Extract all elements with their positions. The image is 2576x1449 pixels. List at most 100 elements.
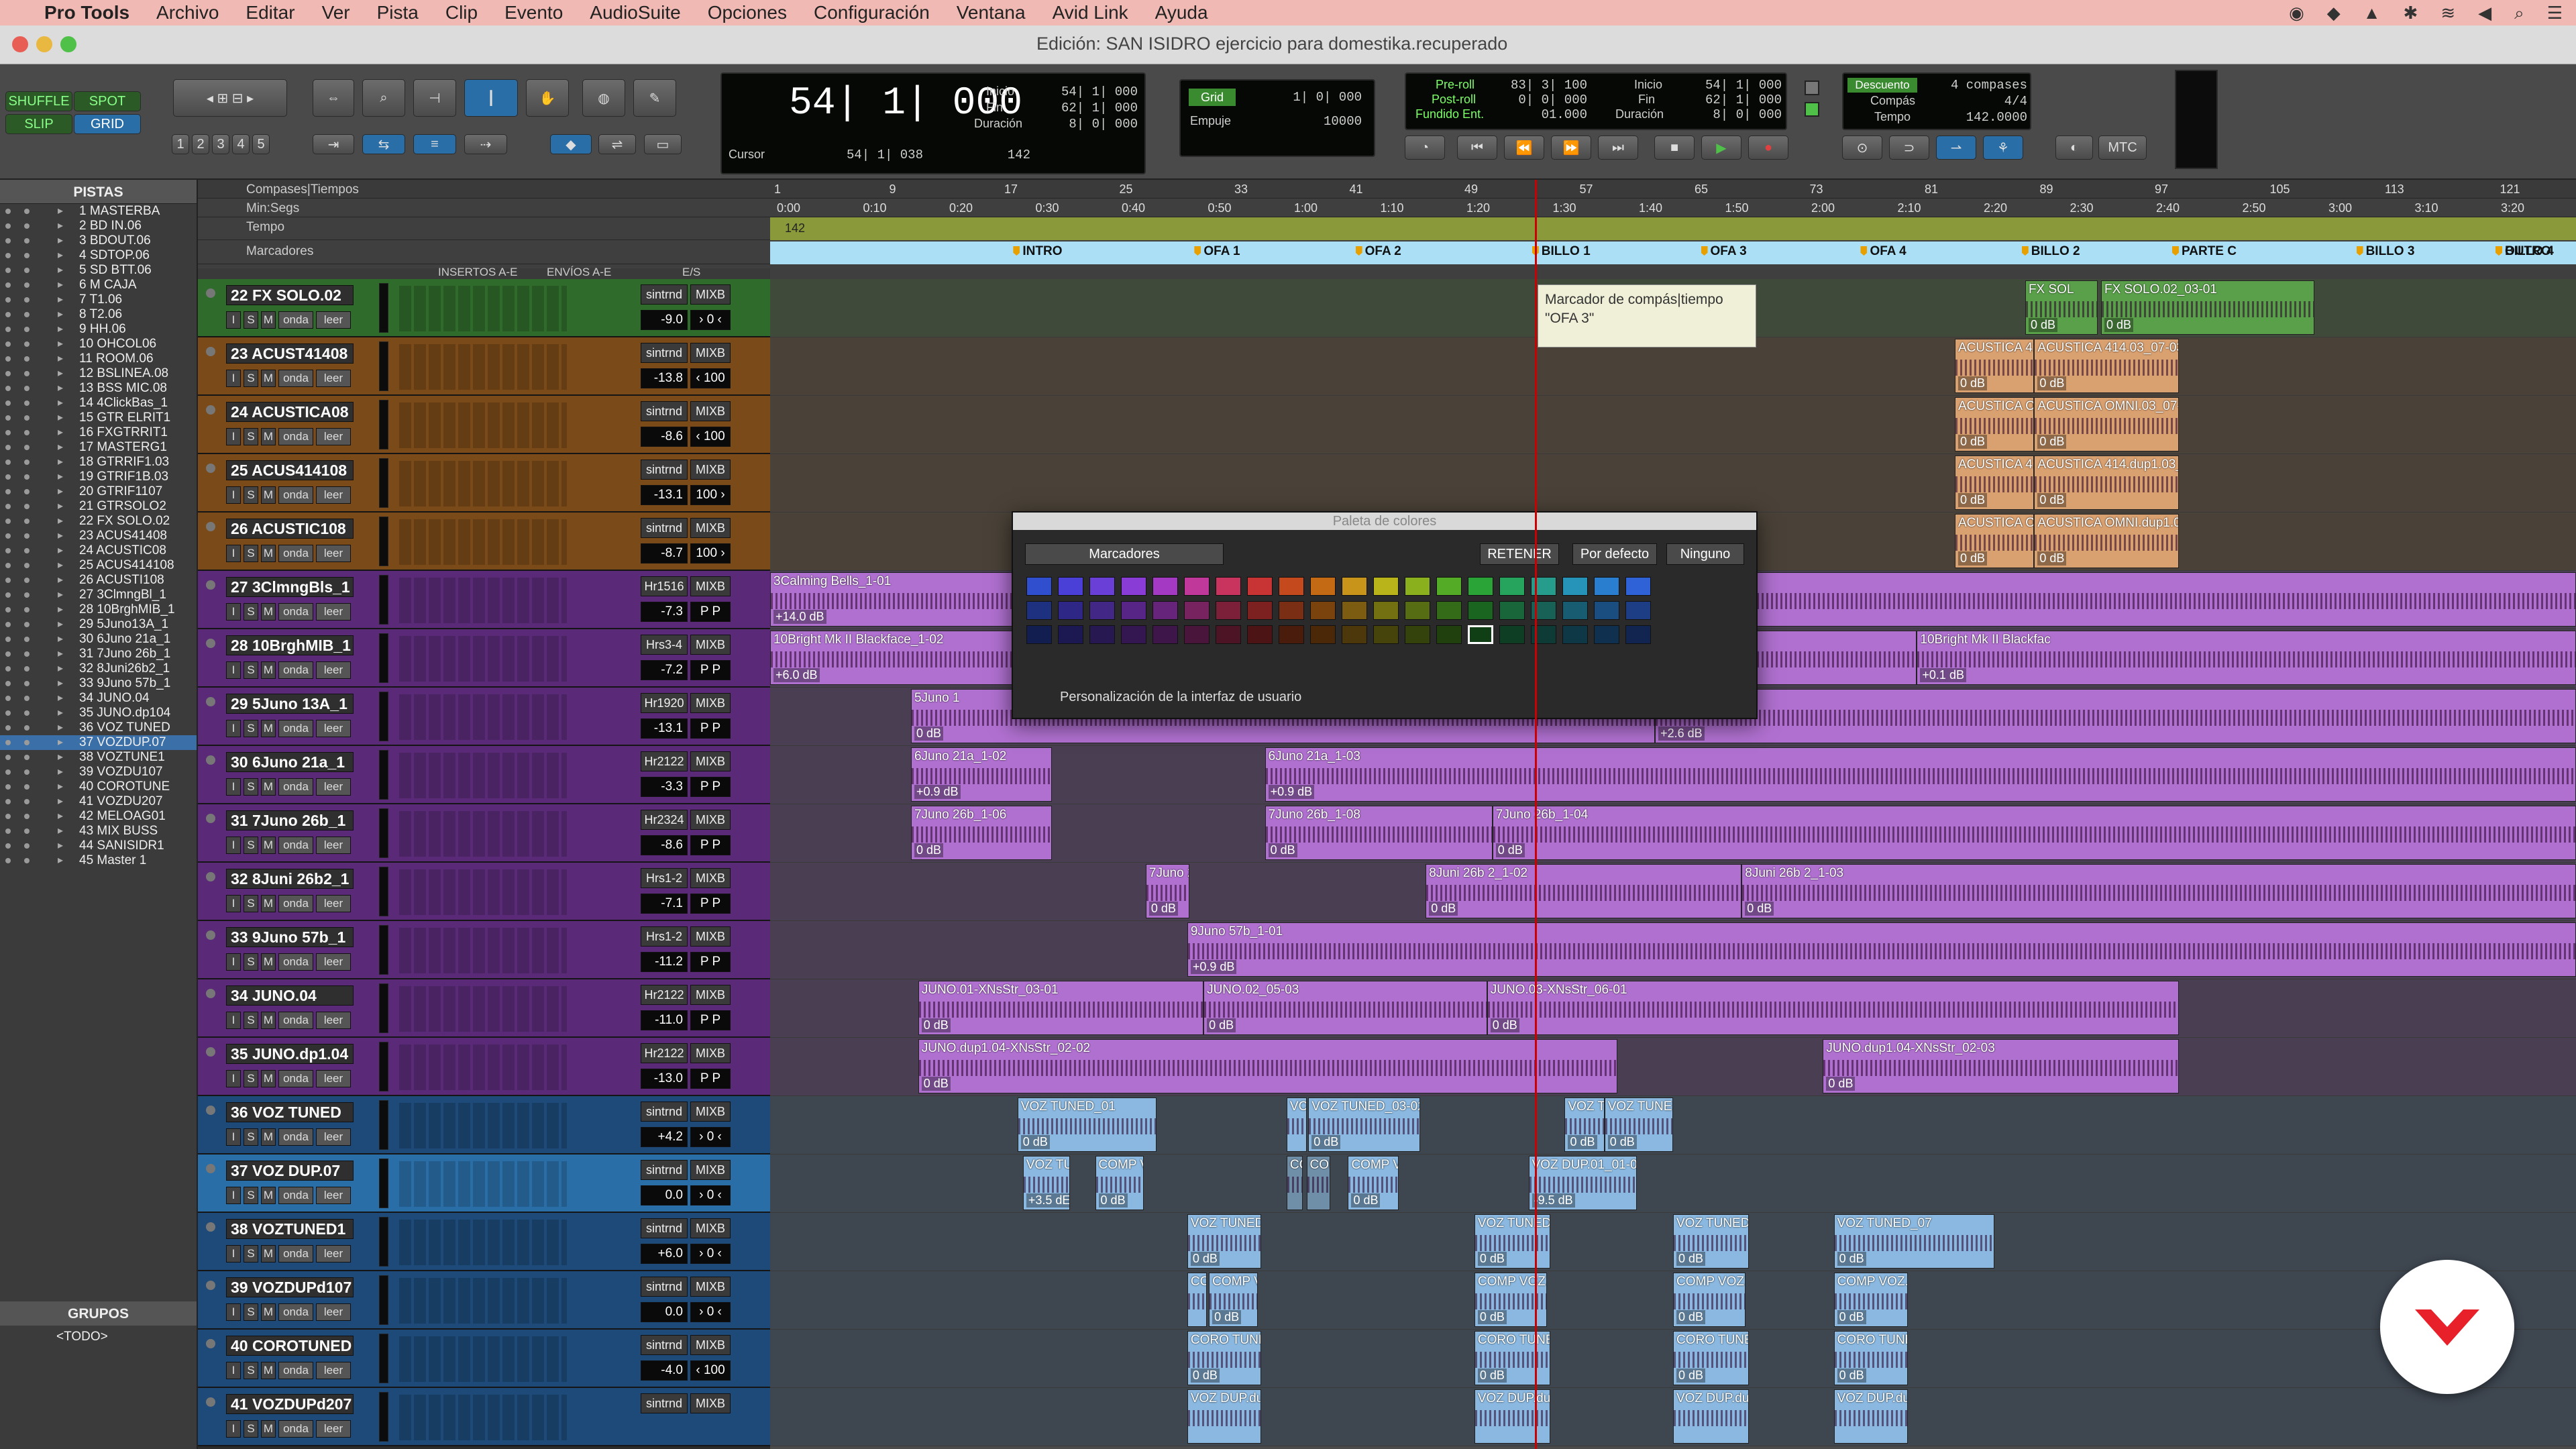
track-visible-dot[interactable] (5, 327, 11, 332)
track-name[interactable]: 29 5Juno 13A_1 (226, 694, 354, 714)
track-name[interactable]: 28 10BrghMIB_1 (226, 635, 354, 655)
track-name[interactable]: 33 9Juno 57b_1 (226, 927, 354, 947)
fast-forward-icon[interactable]: ⏩ (1551, 136, 1591, 160)
clip-gain[interactable]: +6.0 dB (773, 668, 820, 682)
palette-target-dropdown[interactable]: Marcadores (1025, 543, 1224, 565)
track-active-dot[interactable] (24, 297, 30, 303)
track-record-icon[interactable] (206, 814, 215, 823)
color-swatch[interactable] (1310, 601, 1336, 620)
clip-gain[interactable]: 0 dB (921, 1018, 951, 1032)
track-pan[interactable]: › 0 ‹ (690, 1127, 731, 1147)
track-active-dot[interactable] (24, 578, 30, 583)
track-list-item[interactable]: ▸ 6 M CAJA (0, 278, 197, 292)
clip-gain[interactable]: 0 dB (914, 843, 943, 857)
track-name[interactable]: 27 3ClmngBls_1 (226, 577, 354, 597)
audio-clip[interactable]: VOZ TUNED_0 0 dB (1187, 1214, 1262, 1269)
clip-gain[interactable]: 0 dB (1212, 1310, 1242, 1324)
sel-end-value[interactable]: 62| 1| 000 (1688, 93, 1782, 107)
preroll-value[interactable]: 83| 3| 100 (1500, 78, 1587, 93)
sync-toggle-icon[interactable]: ◐ (2055, 136, 2093, 160)
bars-beats-ruler[interactable]: Compases|Tiempos 1 9 17 25 33 41 49 57 65 73 81 89 9… (198, 180, 2576, 199)
inserts-slots[interactable] (399, 519, 567, 565)
track-active-dot[interactable] (24, 637, 30, 642)
color-swatch[interactable] (1468, 577, 1493, 596)
track-record-icon[interactable] (206, 872, 215, 881)
clip-gain[interactable]: 0 dB (1477, 1252, 1507, 1266)
track-record-icon[interactable] (206, 464, 215, 473)
track-active-dot[interactable] (24, 843, 30, 849)
folder-arrow-icon[interactable]: ▸ (58, 691, 63, 706)
track-header[interactable]: 32 8Juni 26b2_1 I S Monda leer Hrs1-2 MIXB -7.1… (198, 863, 770, 921)
track-header[interactable]: 23 ACUST41408 I S Monda leer sintrnd MIXB -13.8… (198, 337, 770, 396)
color-swatch[interactable] (1121, 577, 1146, 596)
track-leer-button[interactable]: leer (316, 486, 351, 504)
inserts-slots[interactable] (399, 344, 567, 390)
color-swatch[interactable] (1089, 625, 1115, 644)
track-pan[interactable]: › 0 ‹ (690, 1185, 731, 1205)
close-icon[interactable] (12, 36, 28, 52)
color-swatch[interactable] (1625, 601, 1651, 620)
tempo-ruler[interactable]: Tempo 142 (198, 217, 2576, 240)
track-active-dot[interactable] (24, 253, 30, 258)
clip-gain[interactable]: 0 dB (1020, 1135, 1050, 1149)
track-visible-dot[interactable] (5, 725, 11, 731)
track-list-item[interactable]: ▸ 11 ROOM.06 (0, 352, 197, 366)
track-input[interactable]: Hr1516 (641, 576, 688, 596)
track-header[interactable]: 35 JUNO.dp1.04 I S Monda leer Hr2122 MIXB -13.0… (198, 1038, 770, 1096)
zoom-icon[interactable] (60, 36, 76, 52)
track-list-item[interactable]: ▸ 39 VOZDU107 (0, 765, 197, 780)
scrub-tool-icon[interactable]: ◍ (582, 79, 625, 117)
inserts-slots[interactable] (399, 694, 567, 740)
track-name[interactable]: 36 VOZ TUNED (226, 1102, 354, 1122)
track-pan[interactable]: ‹ 100 (690, 1360, 731, 1381)
folder-arrow-icon[interactable]: ▸ (58, 278, 63, 292)
track-active-dot[interactable] (24, 828, 30, 834)
inserts-slots[interactable] (399, 1278, 567, 1324)
track-record-icon[interactable] (206, 639, 215, 648)
color-swatch[interactable] (1436, 601, 1462, 620)
track-visible-dot[interactable] (5, 386, 11, 391)
track-output[interactable]: MIXB (690, 1218, 731, 1238)
audio-clip[interactable]: VOZ DUP.dup1. (1673, 1389, 1750, 1444)
audio-clip[interactable]: 6Juno 21a_1-03 +0.9 dB (1265, 747, 2576, 802)
track-m-button[interactable]: M (261, 1012, 276, 1029)
track-visible-dot[interactable] (5, 710, 11, 716)
fadein-value[interactable]: 01.000 (1500, 107, 1587, 122)
folder-arrow-icon[interactable]: ▸ (58, 720, 63, 735)
track-pan[interactable]: P P (690, 1069, 731, 1089)
tempo-lane[interactable]: 142 (770, 217, 2576, 240)
audio-clip[interactable]: FX SOLO.02_03-01 0 dB (2101, 280, 2314, 335)
track-list-item[interactable]: ▸ 20 GTRIF1107 (0, 484, 197, 499)
tab-to-transient-icon[interactable]: ⇥ (313, 134, 354, 154)
inserts-slots[interactable] (399, 461, 567, 506)
track-list-item[interactable]: ▸ 18 GTRRIF1.03 (0, 455, 197, 470)
track-s-button[interactable]: S (244, 661, 258, 679)
track-name[interactable]: 24 ACUSTICA08 (226, 402, 354, 422)
spot-mode-button[interactable]: SPOT (74, 91, 141, 111)
track-volume[interactable]: -13.0 (641, 1069, 688, 1089)
track-active-dot[interactable] (24, 341, 30, 347)
markers-lane[interactable]: INTRO OFA 1 OFA 2 BILLO 1 OFA 3 OFA 4 BILLO 2 P… (770, 241, 2576, 264)
menu-item[interactable]: Archivo (156, 2, 219, 23)
track-i-button[interactable]: I (226, 1420, 241, 1438)
bluetooth-icon[interactable]: ✱ (2404, 3, 2418, 24)
track-i-button[interactable]: I (226, 1012, 241, 1029)
folder-arrow-icon[interactable]: ▸ (58, 484, 63, 499)
color-swatch[interactable] (1247, 577, 1273, 596)
track-record-icon[interactable] (206, 1222, 215, 1232)
track-visible-dot[interactable] (5, 622, 11, 627)
track-active-dot[interactable] (24, 607, 30, 612)
playhead-cursor[interactable] (1535, 180, 1537, 1449)
track-s-button[interactable]: S (244, 1012, 258, 1029)
track-active-dot[interactable] (24, 725, 30, 731)
color-swatch[interactable] (1310, 625, 1336, 644)
track-pan[interactable]: P P (690, 835, 731, 855)
clip-gain[interactable]: 0 dB (1490, 1018, 1519, 1032)
zoomer-tool-icon[interactable]: ⇔ (313, 79, 354, 117)
counter-length-value[interactable]: 8| 0| 000 (1037, 117, 1138, 131)
marker-billo-3[interactable]: BILLO 3 (2357, 244, 2415, 259)
color-swatch[interactable] (1216, 625, 1241, 644)
track-list-item[interactable]: ▸ 4 SDTOP.06 (0, 248, 197, 263)
folder-arrow-icon[interactable]: ▸ (58, 839, 63, 853)
inserts-slots[interactable] (399, 1220, 567, 1265)
